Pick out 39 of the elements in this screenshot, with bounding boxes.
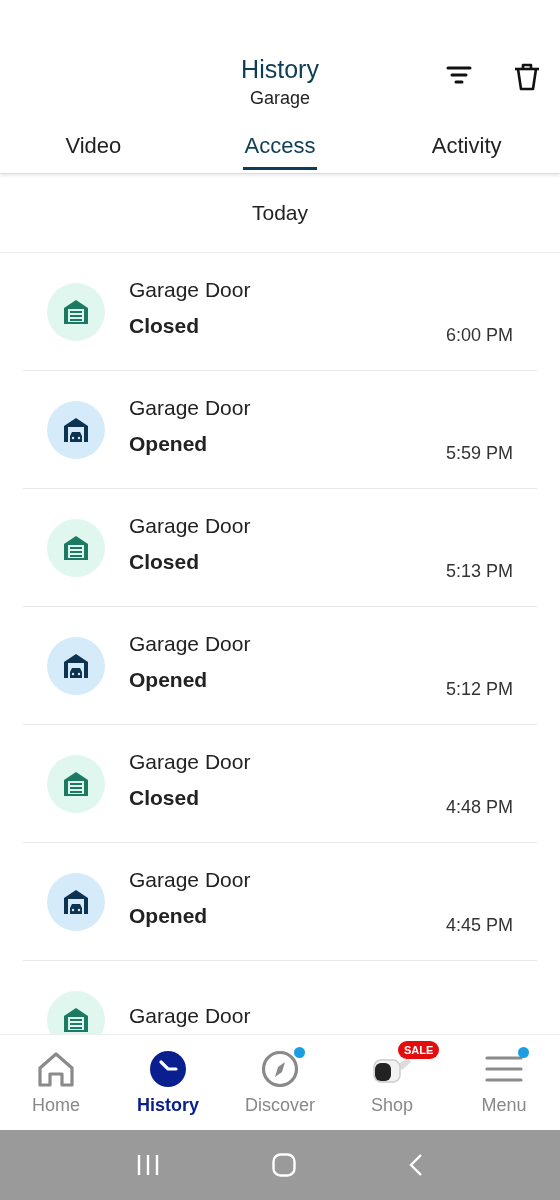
screen-subtitle: Garage <box>249 87 310 110</box>
event-name: Garage Door <box>129 512 252 539</box>
home-button-icon[interactable] <box>272 1153 296 1177</box>
tab[interactable]: Access <box>242 130 318 170</box>
nav-label[interactable]: Home <box>32 1095 80 1116</box>
event-status: Opened <box>129 902 209 929</box>
event-status: Closed <box>129 784 200 811</box>
event-status: Opened <box>129 430 209 457</box>
event-name: Garage Door <box>129 1002 252 1029</box>
event-name: Garage Door <box>129 276 252 303</box>
event-time: 4:48 PM <box>445 797 513 818</box>
event-time: 5:13 PM <box>445 561 513 582</box>
event-status: Closed <box>129 312 200 339</box>
screen-title: History <box>241 54 319 84</box>
sale-badge: SALE <box>398 1041 440 1059</box>
nav-label[interactable]: History <box>137 1095 199 1116</box>
tab[interactable]: Video <box>63 130 124 167</box>
event-name: Garage Door <box>129 748 252 775</box>
event-time: 5:12 PM <box>445 679 513 700</box>
event-name: Garage Door <box>129 394 252 421</box>
event-status: Opened <box>129 666 209 693</box>
trash-icon[interactable] <box>512 62 542 92</box>
nav-label[interactable]: Menu <box>481 1095 527 1116</box>
event-name: Garage Door <box>129 866 252 893</box>
home-icon[interactable] <box>36 1050 76 1088</box>
event-time: 4:45 PM <box>445 915 513 936</box>
section-heading: Today <box>251 201 308 225</box>
nav-label[interactable]: Discover <box>245 1095 315 1116</box>
back-icon[interactable] <box>408 1153 424 1177</box>
event-name: Garage Door <box>129 630 252 657</box>
clock-icon[interactable] <box>149 1050 187 1088</box>
nav-label[interactable]: Shop <box>370 1095 413 1116</box>
event-status: Closed <box>129 548 200 575</box>
compass-icon[interactable] <box>261 1050 299 1088</box>
event-time: 5:59 PM <box>445 443 513 464</box>
menu-icon[interactable] <box>485 1054 523 1084</box>
tab[interactable]: Activity <box>429 130 504 167</box>
recent-apps-icon[interactable] <box>136 1154 160 1176</box>
event-time: 6:00 PM <box>445 325 513 346</box>
